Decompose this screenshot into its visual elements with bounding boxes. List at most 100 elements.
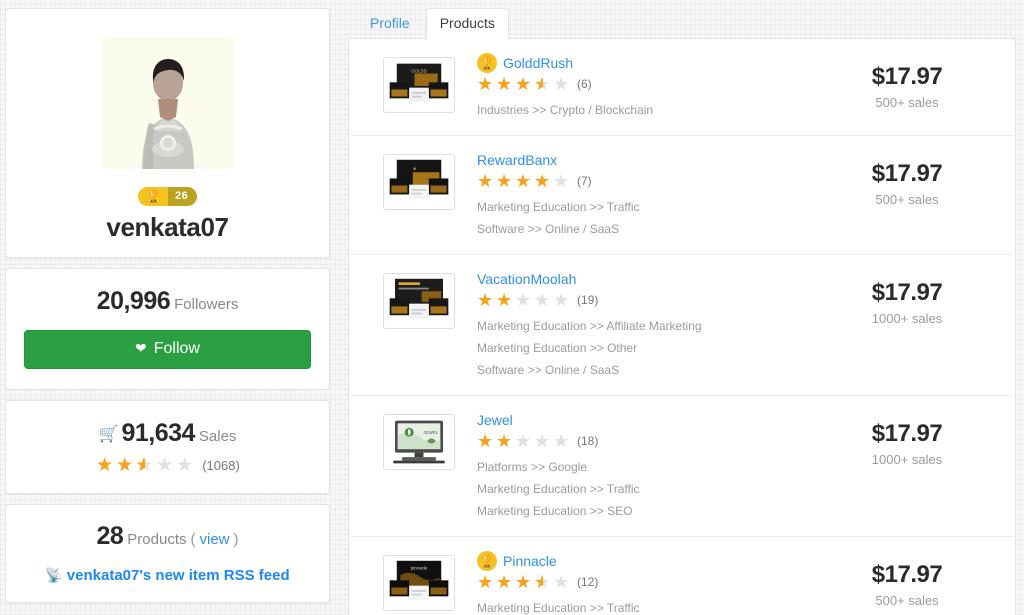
product-sales-note: 500+ sales [875, 593, 939, 608]
products-count: 28 [96, 522, 124, 550]
product-category[interactable]: Software >> Online / SaaS [477, 218, 817, 240]
product-rating: ★ ★ ★ ★ ★ ★ ★ ★ ★ (7) [477, 172, 817, 190]
star-icon: ★ ★ [477, 431, 494, 451]
star-icon: ★ ★ [515, 74, 532, 94]
product-rating-count: (6) [577, 77, 592, 91]
star-icon: ★ ★ [496, 290, 513, 310]
view-products-link[interactable]: view [200, 531, 230, 548]
pinnacle-thumbnail[interactable]: pinnacle [383, 555, 455, 611]
product-rating: ★ ★ ★ ★ ★ ★ ★ ★ ★ (12) [477, 573, 817, 591]
seller-rating: ★ ★ ★ ★ ★ ★ ★ ★ (1068) [24, 456, 311, 475]
star-icon: ★ ★ [515, 171, 532, 191]
star-icon: ★ ★ [496, 431, 513, 451]
product-title-link[interactable]: Pinnacle [503, 553, 557, 569]
star-icon: ★ ★ [96, 455, 114, 476]
product-row[interactable]: ▲ RewardBanx ★ ★ ★ ★ ★ ★ ★ ★ ★ (7) Marketing Educati… [351, 136, 1013, 255]
star-icon: ★ [553, 74, 570, 94]
star-icon: ★ ★ [496, 74, 513, 94]
product-thumbnail-cell: JEWEL [365, 410, 473, 470]
star-icon: ★ ★ [534, 572, 551, 592]
star-icon: ★ ★ [477, 171, 494, 191]
product-title-link[interactable]: Jewel [477, 412, 513, 428]
star-rating: ★ ★ ★ ★ ★ ★ ★ ★ ★ [477, 75, 571, 93]
star-rating: ★ ★ ★ ★ ★ ★ ★ [477, 432, 571, 450]
product-category[interactable]: Software >> Online / SaaS [477, 359, 817, 381]
tab-profile[interactable]: Profile [356, 8, 424, 38]
star-rating: ★ ★ ★ ★ ★ ★ ★ ★ ★ [477, 172, 571, 190]
star-icon: ★ [553, 171, 570, 191]
product-price: $17.97 [871, 279, 943, 306]
star-icon: ★ ★ [496, 171, 513, 191]
product-title-link[interactable]: RewardBanx [477, 152, 557, 168]
avatar [101, 37, 234, 169]
products-count-line: 28 Products(view) [24, 522, 311, 551]
star-rating: ★ ★ ★ ★ ★ ★ ★ ★ ★ [477, 573, 571, 591]
product-category[interactable]: Marketing Education >> Other [477, 337, 817, 359]
avatar-photo [101, 37, 234, 169]
seller-rating-count: (1068) [202, 458, 240, 473]
star-icon: ★ [553, 572, 570, 592]
followers-label: Followers [174, 296, 239, 313]
goldd-rush-thumbnail[interactable]: GOLDD [383, 57, 455, 113]
star-icon: ★ [534, 431, 551, 451]
star-icon: ★ ★ [534, 74, 551, 94]
follow-button-label: Follow [153, 340, 200, 357]
product-category[interactable]: Marketing Education >> Traffic [477, 597, 817, 615]
product-title-link[interactable]: GolddRush [503, 55, 573, 71]
heart-icon: ❤ [135, 340, 147, 356]
followers-line: 20,996 Followers [24, 287, 311, 316]
product-sales-note: 500+ sales [875, 192, 939, 207]
follow-button[interactable]: ❤ Follow [24, 330, 311, 369]
star-icon: ★ [553, 290, 570, 310]
page-title: venkata07 [106, 212, 229, 242]
product-sales-note: 500+ sales [875, 95, 939, 110]
product-price: $17.97 [871, 63, 943, 90]
star-icon: ★ ★ [534, 171, 551, 191]
product-price: $17.97 [871, 561, 943, 588]
svg-text:pinnacle: pinnacle [411, 566, 428, 571]
tab-label: Profile [370, 15, 410, 31]
star-icon: ★ [534, 290, 551, 310]
product-category[interactable]: Marketing Education >> Affiliate Marketi… [477, 315, 817, 337]
product-row[interactable]: VacationMoolah ★ ★ ★ ★ ★ ★ ★ (19) Marketing Educa… [351, 255, 1013, 396]
product-category[interactable]: Marketing Education >> SEO [477, 500, 817, 522]
sales-line: 🛒 91,634 Sales [24, 419, 311, 448]
main-content: Profile Products GOLDD 🏆 GolddRush ★ ★ ★ ★ ★ ★ ★ ★ ★… [330, 0, 1024, 615]
tab-bar: Profile Products [348, 8, 1016, 39]
reward-banx-thumbnail[interactable]: ▲ [383, 154, 455, 210]
product-price-cell: $17.97 500+ sales [817, 551, 997, 608]
product-row[interactable]: pinnacle 🏆 Pinnacle ★ ★ ★ ★ ★ ★ ★ ★ ★ (12) Marketing … [351, 537, 1013, 615]
product-price-cell: $17.97 1000+ sales [817, 410, 997, 467]
product-rating-count: (7) [577, 174, 592, 188]
product-rating: ★ ★ ★ ★ ★ ★ ★ (19) [477, 291, 817, 309]
svg-text:JEWEL: JEWEL [423, 430, 438, 435]
product-category[interactable]: Platforms >> Google [477, 456, 817, 478]
vacation-moolah-thumbnail[interactable] [383, 273, 455, 329]
star-icon: ★ [553, 431, 570, 451]
product-info: 🏆 Pinnacle ★ ★ ★ ★ ★ ★ ★ ★ ★ (12) Marketing Educatio… [473, 550, 817, 615]
product-info: RewardBanx ★ ★ ★ ★ ★ ★ ★ ★ ★ (7) Marketing Educatio… [473, 150, 817, 240]
product-info: 🏆 GolddRush ★ ★ ★ ★ ★ ★ ★ ★ ★ (6) Industries >> Cryp… [473, 52, 817, 121]
product-title-line: Jewel [477, 410, 817, 429]
product-title-line: RewardBanx [477, 150, 817, 169]
star-icon: ★ [515, 431, 532, 451]
product-title-link[interactable]: VacationMoolah [477, 271, 576, 287]
followers-card: 20,996 Followers ❤ Follow [5, 268, 330, 390]
products-count-card: 28 Products(view) 📡 venkata07's new item R… [5, 504, 330, 603]
product-row[interactable]: GOLDD 🏆 GolddRush ★ ★ ★ ★ ★ ★ ★ ★ ★ (6) Industries >>… [351, 39, 1013, 136]
product-thumbnail-cell: GOLDD [365, 53, 473, 113]
jewel-monitor-thumbnail[interactable]: JEWEL [383, 414, 455, 470]
tab-products[interactable]: Products [425, 8, 509, 39]
product-price-cell: $17.97 1000+ sales [817, 269, 997, 326]
product-category[interactable]: Marketing Education >> Traffic [477, 478, 817, 500]
product-row[interactable]: JEWEL Jewel ★ ★ ★ ★ ★ ★ ★ (18) Platforms >> Google… [351, 396, 1013, 537]
star-icon: ★ [176, 455, 194, 476]
open-paren: ( [190, 531, 196, 548]
followers-count: 20,996 [96, 287, 171, 315]
product-category[interactable]: Marketing Education >> Traffic [477, 196, 817, 218]
star-icon: ★ ★ [477, 290, 494, 310]
product-category[interactable]: Industries >> Crypto / Blockchain [477, 99, 817, 121]
product-rating: ★ ★ ★ ★ ★ ★ ★ (18) [477, 432, 817, 450]
rss-feed-link[interactable]: 📡 venkata07's new item RSS feed [24, 567, 311, 584]
sales-card: 🛒 91,634 Sales ★ ★ ★ ★ ★ ★ ★ ★ (1068) [5, 400, 330, 494]
